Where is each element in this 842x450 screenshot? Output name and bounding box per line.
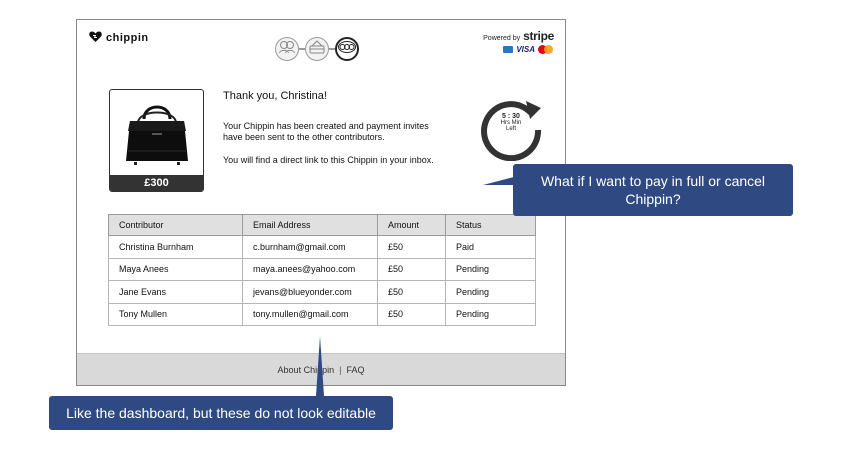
footer-separator: | bbox=[339, 364, 342, 375]
contribution-amount: £50 bbox=[377, 302, 446, 326]
payment-status: Pending bbox=[445, 302, 536, 326]
timer-text: 5 : 30 Hrs Min Left bbox=[479, 113, 543, 132]
confirmation-message-line-2: have been sent to the other contributors… bbox=[223, 132, 385, 142]
faq-link[interactable]: FAQ bbox=[346, 365, 364, 375]
people-icon bbox=[279, 40, 295, 59]
contributor-email: jevans@blueyonder.com bbox=[242, 280, 378, 304]
progress-steps bbox=[275, 37, 359, 61]
contributor-name: Christina Burnham bbox=[108, 235, 243, 259]
contribution-amount: £50 bbox=[377, 280, 446, 304]
contributor-name: Maya Anees bbox=[108, 257, 243, 281]
timer-left-label: Left bbox=[505, 126, 516, 132]
table-row: Christina Burnham c.burnham@gmail.com £5… bbox=[108, 235, 536, 259]
about-chippin-link[interactable]: About Chippin bbox=[278, 365, 335, 375]
handbag-image bbox=[110, 90, 203, 176]
step-payment[interactable] bbox=[305, 37, 329, 61]
product-price: £300 bbox=[110, 175, 203, 191]
step-contributors[interactable] bbox=[275, 37, 299, 61]
coins-icon bbox=[338, 40, 356, 58]
powered-by-label: Powered by bbox=[483, 35, 521, 42]
contribution-amount: £50 bbox=[377, 235, 446, 259]
powered-by-stripe: Powered by stripe VISA bbox=[483, 29, 554, 54]
inbox-note: You will find a direct link to this Chip… bbox=[223, 155, 434, 165]
chippin-page-frame: chippin Powered by stripe VISA £300 Than… bbox=[76, 19, 566, 386]
confirmation-message-line-1: Your Chippin has been created and paymen… bbox=[223, 121, 429, 131]
contribution-amount: £50 bbox=[377, 257, 446, 281]
heart-logo-icon bbox=[89, 29, 102, 47]
card-payment-icon bbox=[309, 39, 325, 59]
contributor-email: c.burnham@gmail.com bbox=[242, 235, 378, 259]
contributor-email: maya.anees@yahoo.com bbox=[242, 257, 378, 281]
contributor-name: Jane Evans bbox=[108, 280, 243, 304]
callout-pointer-right bbox=[483, 177, 514, 185]
column-header-contributor: Contributor bbox=[108, 214, 243, 236]
column-header-status: Status bbox=[445, 214, 536, 236]
table-row: Tony Mullen tony.mullen@gmail.com £50 Pe… bbox=[108, 302, 536, 326]
countdown-timer: 5 : 30 Hrs Min Left bbox=[479, 95, 547, 161]
step-complete[interactable] bbox=[335, 37, 359, 61]
column-header-amount: Amount bbox=[377, 214, 446, 236]
table-row: Maya Anees maya.anees@yahoo.com £50 Pend… bbox=[108, 257, 536, 281]
chippin-logo[interactable]: chippin bbox=[89, 29, 149, 47]
thank-you-heading: Thank you, Christina! bbox=[223, 90, 327, 102]
amex-icon bbox=[503, 46, 514, 53]
contributors-table: Contributor Email Address Amount Status … bbox=[108, 214, 536, 326]
accepted-cards: VISA bbox=[483, 45, 554, 54]
contributor-email: tony.mullen@gmail.com bbox=[242, 302, 378, 326]
contributor-name: Tony Mullen bbox=[108, 302, 243, 326]
table-row: Jane Evans jevans@blueyonder.com £50 Pen… bbox=[108, 280, 536, 304]
callout-pointer-up bbox=[316, 336, 324, 396]
table-header-row: Contributor Email Address Amount Status bbox=[108, 214, 536, 236]
column-header-email: Email Address bbox=[242, 214, 378, 236]
logo-text: chippin bbox=[106, 32, 149, 44]
product-card: £300 bbox=[109, 89, 204, 192]
timer-count: 5 : 30 bbox=[502, 113, 520, 120]
payment-status: Pending bbox=[445, 280, 536, 304]
annotation-cancel-line-2: Chippin? bbox=[625, 191, 681, 207]
annotation-cancel-line-1: What if I want to pay in full or cancel bbox=[540, 173, 766, 189]
payment-status: Paid bbox=[445, 235, 536, 259]
mastercard-icon bbox=[538, 45, 554, 54]
visa-icon: VISA bbox=[516, 45, 535, 54]
annotation-cancel-question: What if I want to pay in full or cancel … bbox=[513, 164, 793, 216]
payment-status: Pending bbox=[445, 257, 536, 281]
annotation-not-editable: Like the dashboard, but these do not loo… bbox=[49, 396, 393, 430]
stripe-logo: stripe bbox=[523, 29, 554, 43]
